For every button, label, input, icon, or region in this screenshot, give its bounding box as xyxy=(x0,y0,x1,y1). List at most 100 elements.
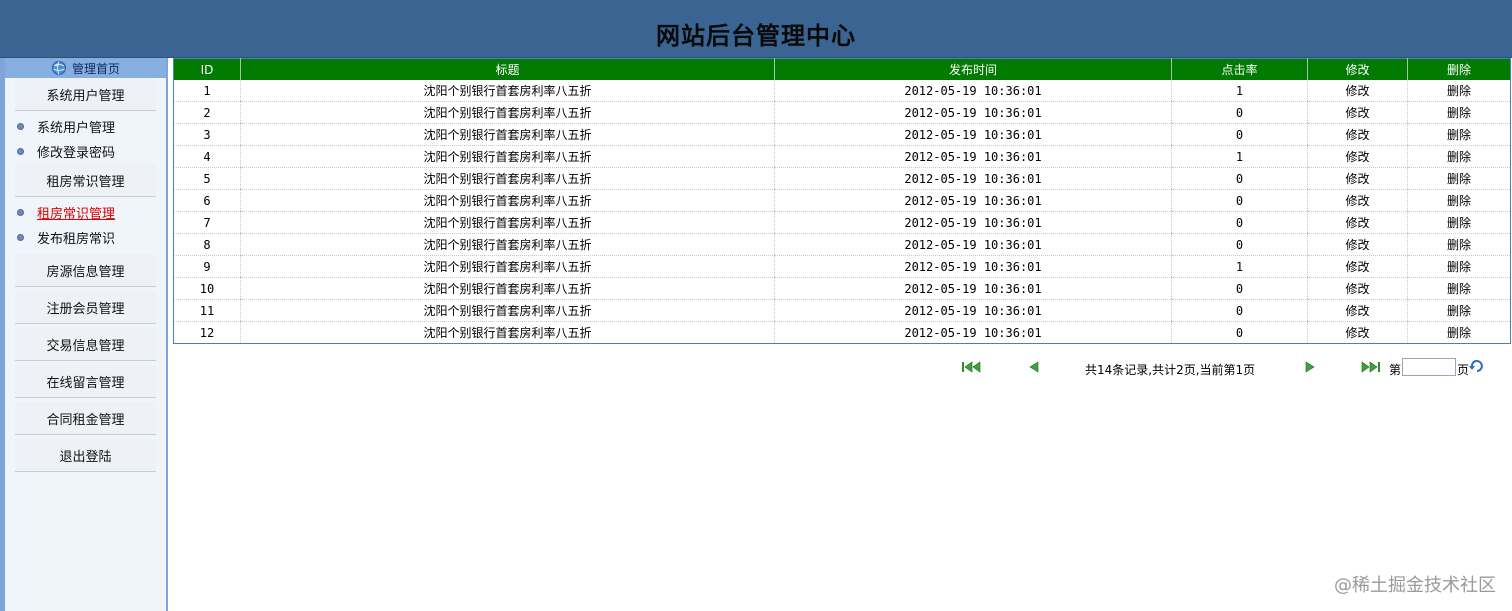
sidebar: 管理首页 系统用户管理 系统用户管理 修改登录密码 租房常识管理 租房常识管理 … xyxy=(0,58,168,611)
table-row: 2 沈阳个别银行首套房利率八五折 2012-05-19 10:36:01 0 修改 删除 xyxy=(173,101,1511,124)
table-row: 1 沈阳个别银行首套房利率八五折 2012-05-19 10:36:01 1 修改 删除 xyxy=(173,80,1511,102)
cell-title: 沈阳个别银行首套房利率八五折 xyxy=(240,321,775,344)
delete-link[interactable]: 删除 xyxy=(1407,211,1511,234)
cell-clicks: 0 xyxy=(1171,321,1308,344)
edit-link[interactable]: 修改 xyxy=(1307,299,1408,322)
page-suffix-label: 页 xyxy=(1457,363,1470,377)
delete-link[interactable]: 删除 xyxy=(1407,277,1511,300)
main-content: ID 标题 发布时间 点击率 修改 删除 1 沈阳个别银行首套房利率八五折 2012… xyxy=(173,58,1511,377)
cell-clicks: 1 xyxy=(1171,255,1308,278)
delete-link[interactable]: 删除 xyxy=(1407,145,1511,168)
cell-title: 沈阳个别银行首套房利率八五折 xyxy=(240,123,775,146)
cell-title: 沈阳个别银行首套房利率八五折 xyxy=(240,233,775,256)
col-header-clicks: 点击率 xyxy=(1171,58,1308,80)
sidebar-group-contracts[interactable]: 合同租金管理 xyxy=(15,402,156,435)
cell-time: 2012-05-19 10:36:01 xyxy=(774,123,1172,146)
cell-title: 沈阳个别银行首套房利率八五折 xyxy=(240,80,775,102)
cell-title: 沈阳个别银行首套房利率八五折 xyxy=(240,145,775,168)
go-page-icon[interactable] xyxy=(1469,359,1485,373)
cell-time: 2012-05-19 10:36:01 xyxy=(774,321,1172,344)
table-row: 3 沈阳个别银行首套房利率八五折 2012-05-19 10:36:01 0 修改 删除 xyxy=(173,123,1511,146)
sidebar-group-logout[interactable]: 退出登陆 xyxy=(15,439,156,472)
edit-link[interactable]: 修改 xyxy=(1307,145,1408,168)
edit-link[interactable]: 修改 xyxy=(1307,321,1408,344)
sidebar-item-change-password[interactable]: 修改登录密码 xyxy=(5,139,166,164)
delete-link[interactable]: 删除 xyxy=(1407,80,1511,102)
edit-link[interactable]: 修改 xyxy=(1307,123,1408,146)
prev-page-icon[interactable] xyxy=(1028,361,1040,373)
cell-clicks: 0 xyxy=(1171,101,1308,124)
cell-time: 2012-05-19 10:36:01 xyxy=(774,167,1172,190)
cell-title: 沈阳个别银行首套房利率八五折 xyxy=(240,277,775,300)
cell-title: 沈阳个别银行首套房利率八五折 xyxy=(240,255,775,278)
sidebar-item-rental-knowledge[interactable]: 租房常识管理 xyxy=(5,200,166,225)
cell-clicks: 0 xyxy=(1171,189,1308,212)
next-page-icon[interactable] xyxy=(1304,361,1316,373)
globe-icon xyxy=(51,61,66,75)
cell-clicks: 0 xyxy=(1171,299,1308,322)
edit-link[interactable]: 修改 xyxy=(1307,233,1408,256)
table-row: 11 沈阳个别银行首套房利率八五折 2012-05-19 10:36:01 0 修改 删除 xyxy=(173,299,1511,322)
cell-clicks: 0 xyxy=(1171,277,1308,300)
cell-id: 12 xyxy=(173,321,241,344)
delete-link[interactable]: 删除 xyxy=(1407,321,1511,344)
cell-time: 2012-05-19 10:36:01 xyxy=(774,277,1172,300)
table-row: 5 沈阳个别银行首套房利率八五折 2012-05-19 10:36:01 0 修改 删除 xyxy=(173,167,1511,190)
page-number-input[interactable] xyxy=(1402,358,1456,376)
edit-link[interactable]: 修改 xyxy=(1307,211,1408,234)
col-header-edit: 修改 xyxy=(1307,58,1408,80)
cell-id: 4 xyxy=(173,145,241,168)
cell-clicks: 0 xyxy=(1171,211,1308,234)
delete-link[interactable]: 删除 xyxy=(1407,167,1511,190)
delete-link[interactable]: 删除 xyxy=(1407,255,1511,278)
news-table: ID 标题 发布时间 点击率 修改 删除 1 沈阳个别银行首套房利率八五折 2012… xyxy=(173,58,1511,344)
bullet-icon xyxy=(17,234,24,241)
table-row: 7 沈阳个别银行首套房利率八五折 2012-05-19 10:36:01 0 修改 删除 xyxy=(173,211,1511,234)
cell-time: 2012-05-19 10:36:01 xyxy=(774,255,1172,278)
sidebar-group-listings[interactable]: 房源信息管理 xyxy=(15,254,156,287)
delete-link[interactable]: 删除 xyxy=(1407,233,1511,256)
cell-id: 11 xyxy=(173,299,241,322)
edit-link[interactable]: 修改 xyxy=(1307,277,1408,300)
sidebar-home-link[interactable]: 管理首页 xyxy=(5,58,166,78)
bullet-icon xyxy=(17,148,24,155)
table-row: 10 沈阳个别银行首套房利率八五折 2012-05-19 10:36:01 0 修改 删除 xyxy=(173,277,1511,300)
sidebar-item-label: 发布租房常识 xyxy=(37,232,116,247)
cell-id: 7 xyxy=(173,211,241,234)
sidebar-item-publish-knowledge[interactable]: 发布租房常识 xyxy=(5,225,166,250)
watermark: @稀土掘金技术社区 xyxy=(1334,575,1496,596)
edit-link[interactable]: 修改 xyxy=(1307,255,1408,278)
bullet-icon xyxy=(17,209,24,216)
edit-link[interactable]: 修改 xyxy=(1307,167,1408,190)
sidebar-group-transactions[interactable]: 交易信息管理 xyxy=(15,328,156,361)
cell-time: 2012-05-19 10:36:01 xyxy=(774,299,1172,322)
edit-link[interactable]: 修改 xyxy=(1307,189,1408,212)
sidebar-group-messages[interactable]: 在线留言管理 xyxy=(15,365,156,398)
last-page-icon[interactable] xyxy=(1359,361,1381,373)
cell-time: 2012-05-19 10:36:01 xyxy=(774,233,1172,256)
cell-title: 沈阳个别银行首套房利率八五折 xyxy=(240,167,775,190)
cell-title: 沈阳个别银行首套房利率八五折 xyxy=(240,211,775,234)
cell-clicks: 1 xyxy=(1171,80,1308,102)
first-page-icon[interactable] xyxy=(961,361,983,373)
delete-link[interactable]: 删除 xyxy=(1407,123,1511,146)
edit-link[interactable]: 修改 xyxy=(1307,80,1408,102)
bullet-icon xyxy=(17,123,24,130)
delete-link[interactable]: 删除 xyxy=(1407,299,1511,322)
table-row: 12 沈阳个别银行首套房利率八五折 2012-05-19 10:36:01 0 修改 删除 xyxy=(173,321,1511,344)
col-header-title: 标题 xyxy=(240,58,775,80)
table-row: 8 沈阳个别银行首套房利率八五折 2012-05-19 10:36:01 0 修改 删除 xyxy=(173,233,1511,256)
cell-clicks: 1 xyxy=(1171,145,1308,168)
edit-link[interactable]: 修改 xyxy=(1307,101,1408,124)
table-row: 9 沈阳个别银行首套房利率八五折 2012-05-19 10:36:01 1 修改 删除 xyxy=(173,255,1511,278)
delete-link[interactable]: 删除 xyxy=(1407,189,1511,212)
cell-title: 沈阳个别银行首套房利率八五折 xyxy=(240,101,775,124)
sidebar-group-rental-knowledge[interactable]: 租房常识管理 xyxy=(15,164,156,197)
delete-link[interactable]: 删除 xyxy=(1407,101,1511,124)
col-header-time: 发布时间 xyxy=(774,58,1172,80)
cell-time: 2012-05-19 10:36:01 xyxy=(774,80,1172,102)
cell-id: 10 xyxy=(173,277,241,300)
sidebar-group-members[interactable]: 注册会员管理 xyxy=(15,291,156,324)
sidebar-group-system-users[interactable]: 系统用户管理 xyxy=(15,78,156,111)
sidebar-item-system-users[interactable]: 系统用户管理 xyxy=(5,114,166,139)
